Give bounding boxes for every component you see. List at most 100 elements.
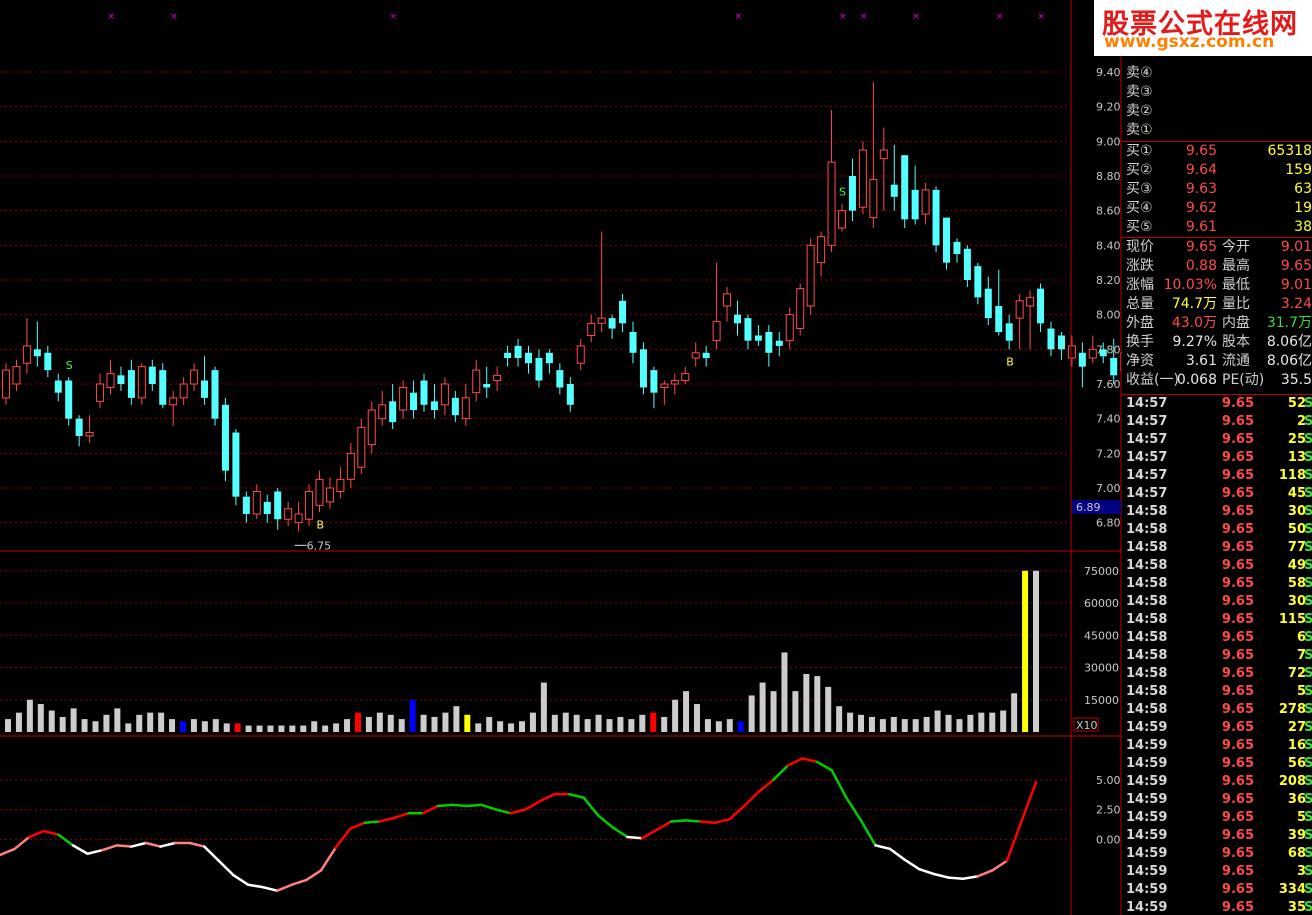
tick-time: 14:57: [1126, 468, 1168, 483]
tick-side: S: [1304, 648, 1312, 663]
candle: [367, 401, 376, 454]
sell-level-row: 卖③: [1122, 83, 1312, 102]
indicator-segment: [699, 820, 717, 824]
volume-bar: [726, 719, 733, 732]
candle: [201, 356, 209, 405]
quote-value: 0.88: [1185, 258, 1217, 274]
tick-time: 14:58: [1126, 684, 1168, 699]
volume-bar: [333, 723, 340, 732]
tick-price: 9.65: [1221, 468, 1254, 483]
candle: [389, 384, 397, 430]
tick-price: 9.65: [1221, 450, 1254, 465]
indicator-segment: [976, 869, 994, 878]
indicator-segment: [1005, 820, 1023, 863]
candle: [921, 182, 930, 225]
tick-row: 14:57 9.65 2 S: [1122, 413, 1312, 431]
price-tick-label: 7.00: [1096, 482, 1121, 495]
indicator-segment: [451, 803, 469, 808]
tick-time: 14:59: [1126, 756, 1168, 771]
indicator-segment: [348, 821, 367, 830]
low-price-label: 6.75: [307, 539, 332, 552]
volume-bar: [715, 721, 722, 732]
volume-bar: [158, 712, 165, 732]
candle: [252, 484, 261, 520]
signal-label: S: [839, 186, 846, 199]
indicator-segment: [626, 835, 644, 840]
volume-bar: [311, 721, 318, 732]
volume-bar: [453, 706, 460, 732]
stock-chart[interactable]: 9.656.75SBSB××××××××× 9.409.209.008.808.…: [0, 0, 1122, 915]
tick-row: 14:59 9.65 5 S: [1122, 809, 1312, 827]
buy-level-price: 9.63: [1185, 181, 1217, 197]
indicator-segment: [436, 803, 454, 808]
volume-bar: [409, 699, 416, 732]
tick-volume: 45: [1287, 486, 1306, 501]
candle: [315, 470, 324, 513]
indicator-segment: [188, 841, 206, 848]
buy-level-row: 买④ 9.62 19: [1122, 199, 1312, 218]
tick-time: 14:58: [1126, 612, 1168, 627]
quote-row: 净资 3.61 流通 8.06亿: [1122, 352, 1312, 371]
indicator-segment: [378, 816, 396, 823]
volume-bar: [508, 723, 515, 732]
tick-side: S: [1304, 846, 1312, 861]
current-price-tag-text: 6.89: [1076, 501, 1101, 514]
quote-value-right: 3.24: [1280, 296, 1312, 312]
volume-bar: [628, 719, 635, 732]
volume-bar: [15, 712, 22, 732]
sell-level-label: 卖①: [1126, 122, 1153, 138]
indicator-segment: [640, 828, 658, 840]
tick-time: 14:57: [1126, 396, 1168, 411]
price-tick-label: 9.40: [1096, 66, 1121, 79]
tick-side: S: [1304, 810, 1312, 825]
buy-level-volume: 38: [1294, 219, 1312, 235]
candle: [670, 373, 679, 395]
tick-price: 9.65: [1221, 630, 1254, 645]
indicator-segment: [275, 883, 294, 892]
tick-row: 14:58 9.65 6 S: [1122, 629, 1312, 647]
candle: [305, 484, 314, 527]
candle: [169, 390, 178, 426]
tick-volume: 25: [1287, 432, 1306, 447]
volume-bar: [519, 721, 525, 732]
tick-time: 14:58: [1126, 666, 1168, 681]
tick-price: 9.65: [1221, 864, 1254, 879]
tick-volume: 77: [1287, 540, 1306, 555]
tick-time: 14:59: [1126, 864, 1168, 879]
indicator-segment: [86, 848, 104, 855]
indicator-segment: [480, 803, 498, 811]
candle: [639, 342, 647, 395]
indicator-segment: [100, 844, 118, 852]
volume-tick-label: 45000: [1084, 629, 1119, 642]
indicator-segment: [27, 829, 46, 839]
indicator-tick-label: 0.00: [1096, 833, 1121, 846]
price-tick-label: 8.20: [1096, 274, 1121, 287]
quote-label: 涨幅: [1126, 277, 1154, 293]
quote-label: 涨跌: [1126, 258, 1154, 274]
volume-bar: [147, 712, 154, 732]
watermark-logo: 股票公式在线网 www.gsxz.com.cn: [1094, 0, 1312, 56]
quote-label: 现价: [1126, 239, 1154, 255]
volume-bar: [344, 719, 351, 732]
tick-price: 9.65: [1221, 540, 1254, 555]
tick-price: 9.65: [1221, 828, 1254, 843]
tick-volume: 30: [1287, 594, 1306, 609]
buy-level-row: 买② 9.64 159: [1122, 161, 1312, 180]
quote-value-right: 35.5: [1280, 372, 1312, 388]
volume-bar: [989, 712, 996, 732]
volume-bar: [868, 716, 875, 732]
quote-row: 现价 9.65 今开 9.01: [1122, 238, 1312, 257]
volume-bar: [978, 712, 985, 732]
volume-bar: [540, 682, 547, 732]
candle: [681, 366, 690, 384]
candle: [85, 415, 94, 443]
tick-row: 14:59 9.65 334 S: [1122, 881, 1312, 899]
volume-bar: [497, 721, 504, 732]
candle: [430, 384, 438, 419]
candle: [984, 276, 992, 326]
quote-row: 涨跌 0.88 最高 9.65: [1122, 257, 1312, 276]
volume-bar: [464, 714, 471, 732]
candle: [106, 359, 115, 395]
quote-value-right: 9.65: [1280, 258, 1312, 274]
quote-label: 净资: [1126, 353, 1154, 369]
